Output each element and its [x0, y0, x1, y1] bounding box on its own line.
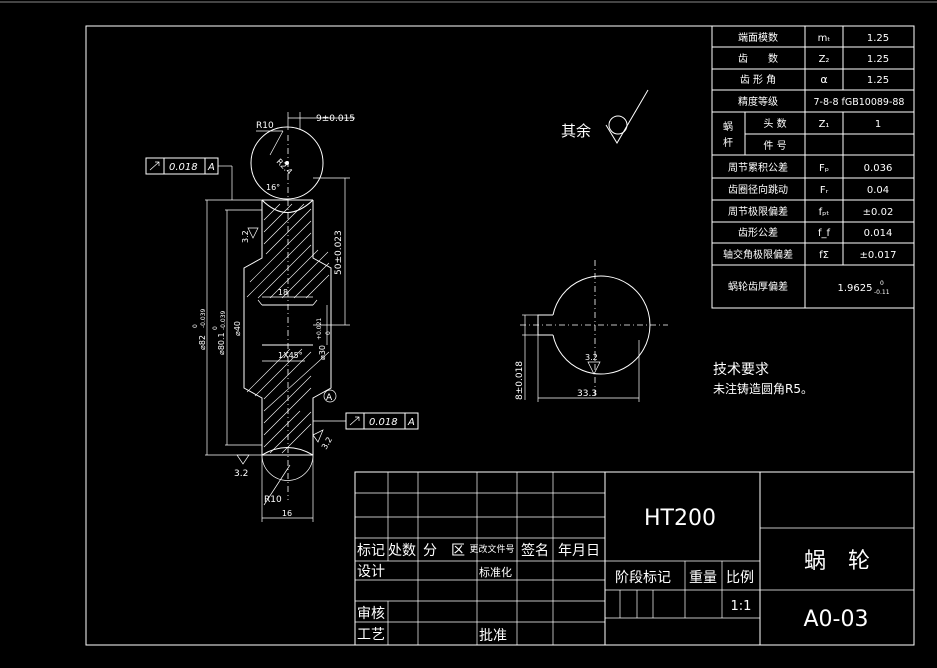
- dim-r10-top: R10: [256, 121, 274, 131]
- tb-count: 处数: [388, 543, 416, 559]
- param-symbol-module: mₜ: [818, 33, 831, 44]
- dim-dia-80-tol-top: 0: [212, 326, 219, 330]
- tb-design: 设计: [357, 564, 385, 580]
- dim-9: 9±0.015: [316, 114, 355, 124]
- param-symbol-ff: f_f: [818, 228, 831, 239]
- param-symbol-fpt: fₚₜ: [819, 207, 830, 218]
- tb-part-name: 蜗 轮: [804, 549, 870, 574]
- param-value-module: 1.25: [867, 33, 889, 44]
- dim-18: 18: [278, 288, 288, 297]
- param-value-starts: 1: [875, 119, 881, 130]
- param-value-fpt: ±0.02: [863, 207, 894, 218]
- tb-scale-value: 1:1: [731, 599, 752, 614]
- dim-angle-16: 16°: [266, 183, 280, 192]
- tb-sign: 签名: [521, 542, 549, 559]
- tooth-thickness-upper: 0: [880, 280, 884, 287]
- tb-review: 审核: [357, 606, 385, 622]
- param-label-module: 端面模数: [738, 31, 778, 44]
- tb-zone: 分 区: [423, 543, 465, 559]
- dim-r10-bot: R10: [264, 495, 282, 505]
- param-label-starts: 头 数: [763, 117, 786, 130]
- tooth-thickness-lower: -0.11: [874, 289, 890, 296]
- param-symbol-pressure-angle: α: [820, 73, 827, 86]
- param-label-fp: 周节累积公差: [728, 161, 788, 174]
- tb-material: HT200: [644, 506, 716, 531]
- worm-group-label-2: 杆: [723, 137, 733, 149]
- param-symbol-starts: Z₁: [819, 119, 830, 130]
- gtol-bottom-datum: A: [407, 417, 415, 428]
- ra-left: 3.2: [241, 230, 250, 243]
- param-value-fr: 0.04: [867, 185, 889, 196]
- tb-approve: 批准: [479, 628, 507, 644]
- param-symbol-teeth: Z₂: [819, 54, 830, 65]
- param-symbol-fsigma: fΣ: [819, 250, 829, 261]
- tb-standardize: 标准化: [479, 565, 512, 579]
- tech-requirements-text: 未注铸造圆角R5。: [713, 381, 813, 396]
- tb-change-doc: 更改文件号: [469, 543, 514, 555]
- tooth-thickness-value: 1.9625: [838, 283, 873, 294]
- worm-group-label-1: 蜗: [723, 121, 733, 133]
- gtol-top-datum: A: [207, 162, 215, 173]
- datum-a-label: A: [326, 393, 333, 403]
- tooth-thickness-label: 蜗轮齿厚偏差: [728, 280, 788, 293]
- tb-process: 工艺: [357, 627, 385, 643]
- ra-keyway: 3.2: [585, 353, 598, 362]
- param-label-fsigma: 轴交角极限偏差: [723, 248, 793, 261]
- ra-bottom: 3.2: [234, 469, 248, 479]
- param-label-fr: 齿圈径向跳动: [728, 183, 788, 196]
- param-label-ff: 齿形公差: [738, 226, 778, 239]
- param-label-part-no: 件 号: [763, 140, 786, 152]
- param-symbol-fr: Fᵣ: [820, 185, 829, 196]
- dim-50: 50±0.023: [334, 230, 344, 275]
- dim-dia-80: ⌀80.1: [217, 332, 226, 355]
- tb-date: 年月日: [558, 543, 600, 559]
- surface-finish-text: 其余: [561, 122, 591, 140]
- param-value-accuracy: 7-8-8 fGB10089-88: [814, 97, 905, 108]
- tb-mark: 标记: [357, 543, 385, 559]
- param-label-pressure-angle: 齿 形 角: [740, 74, 776, 86]
- dim-33-3: 33.3: [577, 389, 597, 399]
- dim-dia-82: ⌀82: [198, 335, 207, 350]
- param-label-fpt: 周节极限偏差: [728, 205, 788, 218]
- tb-stage-mark: 阶段标记: [615, 570, 671, 586]
- dim-dia-40: ⌀40: [233, 321, 242, 336]
- engineering-drawing: 端面模数 mₜ 1.25 齿 数 Z₂ 1.25 齿 形 角 α 1.25 精度…: [0, 0, 937, 668]
- dim-dia-82-tol-bot: -0.039: [200, 308, 207, 328]
- tb-scale: 比例: [726, 570, 754, 586]
- param-label-teeth: 齿 数: [738, 52, 778, 65]
- gtol-bottom-value: 0.018: [369, 417, 398, 428]
- dim-8: 8±0.018: [515, 361, 525, 400]
- tb-weight: 重量: [689, 570, 717, 586]
- tech-requirements-title: 技术要求: [713, 362, 769, 378]
- param-value-ff: 0.014: [864, 228, 893, 239]
- dim-dia-82-tol-top: 0: [192, 324, 199, 328]
- param-symbol-fp: Fₚ: [819, 163, 829, 174]
- param-value-fsigma: ±0.017: [859, 250, 896, 261]
- param-value-teeth: 1.25: [867, 54, 889, 65]
- gtol-top-value: 0.018: [169, 162, 198, 173]
- dim-chamfer: 1X45°: [278, 351, 303, 360]
- dim-dia-80-tol-bot: -0.039: [220, 310, 227, 330]
- dim-dia-30-tol-bot: 0: [325, 331, 332, 335]
- tb-drawing-no: A0-03: [804, 607, 869, 632]
- dim-16: 16: [282, 509, 292, 518]
- param-label-accuracy: 精度等级: [738, 95, 778, 108]
- dim-dia-30: ⌀30: [318, 345, 327, 360]
- dim-dia-30-tol-top: +0.021: [316, 318, 323, 340]
- param-value-pressure-angle: 1.25: [867, 75, 889, 86]
- param-value-fp: 0.036: [864, 163, 893, 174]
